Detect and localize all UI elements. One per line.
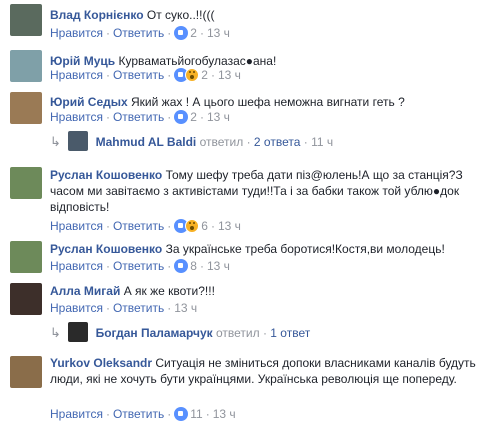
comment-author[interactable]: Влад Корнієнко	[50, 8, 144, 22]
like-link[interactable]: Нравится	[50, 110, 103, 124]
comment-text: А як же квоти?!!!	[123, 284, 215, 298]
comment-author[interactable]: Yurkov Oleksandr	[50, 356, 152, 370]
avatar[interactable]	[10, 356, 42, 388]
like-link[interactable]: Нравится	[50, 259, 103, 273]
like-link[interactable]: Нравится	[50, 219, 103, 233]
comment-author[interactable]: Руслан Кошовенко	[50, 242, 162, 256]
reaction-count[interactable]: 11	[190, 407, 202, 421]
comment-author[interactable]: Алла Мигай	[50, 284, 120, 298]
reaction-count[interactable]: 8	[190, 259, 197, 273]
reply-verb: ответил	[199, 135, 244, 149]
replies-link[interactable]: ↳ Mahmud AL Baldi ответил · 2 ответа · 1…	[50, 131, 333, 151]
avatar[interactable]	[10, 241, 42, 273]
reply-link[interactable]: Ответить	[113, 407, 164, 421]
like-icon	[174, 259, 189, 273]
like-link[interactable]: Нравится	[50, 68, 103, 82]
reaction-count[interactable]: 2	[190, 26, 197, 40]
like-link[interactable]: Нравится	[50, 26, 103, 40]
avatar[interactable]	[10, 167, 42, 199]
reply-link[interactable]: Ответить	[113, 26, 164, 40]
like-icon	[174, 110, 189, 124]
like-link[interactable]: Нравится	[50, 407, 103, 421]
timestamp[interactable]: 13 ч	[207, 110, 230, 124]
reply-link[interactable]: Ответить	[113, 259, 164, 273]
reaction-count[interactable]: 2	[190, 110, 197, 124]
wow-icon	[185, 219, 200, 233]
avatar[interactable]	[10, 50, 42, 82]
avatar[interactable]	[10, 4, 42, 36]
avatar[interactable]	[10, 283, 42, 315]
wow-icon	[185, 68, 200, 82]
timestamp[interactable]: 13 ч	[218, 68, 241, 82]
reaction-count[interactable]: 6	[201, 219, 208, 233]
reply-author[interactable]: Богдан Паламарчук	[96, 326, 213, 340]
timestamp[interactable]: 11 ч	[311, 135, 333, 149]
reply-count[interactable]: 1 ответ	[270, 326, 310, 340]
reply-verb: ответил	[215, 326, 260, 340]
timestamp[interactable]: 13 ч	[218, 219, 241, 233]
reply-arrow-icon: ↳	[50, 134, 61, 149]
reply-author[interactable]: Mahmud AL Baldi	[96, 135, 197, 149]
like-icon	[174, 407, 189, 421]
comment-text: Який жах ! А цього шефа неможна вигнати …	[131, 95, 405, 109]
comment-author[interactable]: Руслан Кошовенко	[50, 168, 162, 182]
comment-text: От суко..!!(((	[146, 8, 215, 22]
comment-text: Курвaматьйогобулазас●ана!	[118, 54, 277, 68]
reaction-count[interactable]: 2	[201, 68, 208, 82]
reply-link[interactable]: Ответить	[113, 301, 164, 315]
reply-link[interactable]: Ответить	[113, 68, 164, 82]
avatar	[68, 322, 89, 342]
timestamp[interactable]: 13 ч	[207, 26, 230, 40]
comment-author[interactable]: Юрій Муць	[50, 54, 115, 68]
replies-link[interactable]: ↳ Богдан Паламарчук ответил · 1 ответ	[50, 322, 310, 342]
reply-arrow-icon: ↳	[50, 325, 61, 340]
avatar[interactable]	[10, 92, 42, 124]
timestamp[interactable]: 13 ч	[207, 259, 230, 273]
like-link[interactable]: Нравится	[50, 301, 103, 315]
reply-link[interactable]: Ответить	[113, 110, 164, 124]
comment-author[interactable]: Юрий Седых	[50, 95, 128, 109]
like-icon	[174, 26, 189, 40]
comment-text: За українське треба боротися!Костя,ви мо…	[165, 242, 445, 256]
timestamp[interactable]: 13 ч	[174, 301, 197, 315]
timestamp[interactable]: 13 ч	[213, 407, 236, 421]
reply-link[interactable]: Ответить	[113, 219, 164, 233]
reply-count[interactable]: 2 ответа	[254, 135, 300, 149]
avatar	[68, 131, 89, 151]
